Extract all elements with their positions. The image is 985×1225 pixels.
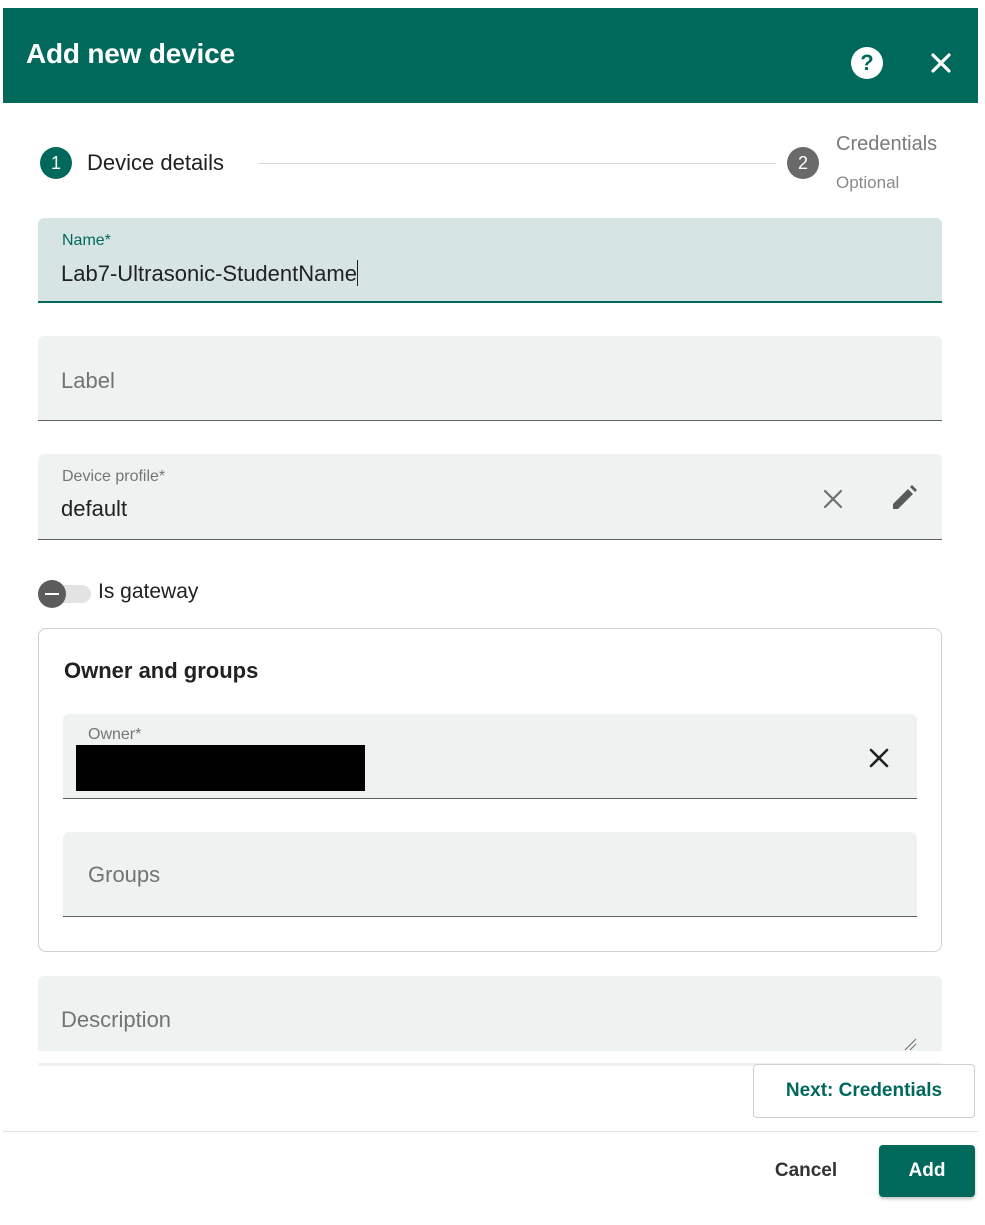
cancel-button[interactable]: Cancel <box>752 1145 860 1197</box>
is-gateway-label[interactable]: Is gateway <box>98 580 198 604</box>
stepper-connector <box>259 163 776 164</box>
step-2-label[interactable]: Credentials <box>836 133 937 156</box>
groups-field[interactable]: Groups <box>63 832 917 917</box>
label-field[interactable]: Label <box>38 336 942 421</box>
scroll-clip <box>38 1051 942 1063</box>
resize-handle-icon[interactable] <box>903 1037 917 1051</box>
owner-groups-title: Owner and groups <box>64 658 259 683</box>
pencil-icon[interactable] <box>888 482 920 514</box>
footer-divider <box>3 1131 978 1132</box>
name-field-label: Name* <box>62 232 111 249</box>
groups-field-placeholder: Groups <box>88 862 161 887</box>
description-placeholder: Description <box>61 1007 172 1032</box>
redacted-owner-value <box>76 745 365 791</box>
device-profile-value[interactable]: default <box>61 496 127 522</box>
help-icon[interactable]: ? <box>851 47 883 79</box>
toggle-thumb[interactable] <box>38 580 66 608</box>
owner-field[interactable]: Owner* <box>63 714 917 799</box>
name-field[interactable]: Name* Lab7-Ultrasonic-StudentName <box>38 218 942 303</box>
device-profile-field[interactable]: Device profile* default <box>38 454 942 540</box>
name-field-value[interactable]: Lab7-Ultrasonic-StudentName <box>61 260 358 287</box>
is-gateway-toggle[interactable] <box>38 580 91 608</box>
owner-field-label: Owner* <box>88 726 142 743</box>
close-icon[interactable] <box>923 45 959 81</box>
label-field-placeholder: Label <box>61 368 115 393</box>
step-2-sublabel: Optional <box>836 173 900 192</box>
device-profile-label: Device profile* <box>62 468 166 485</box>
dialog-title: Add new device <box>26 38 235 69</box>
text-caret <box>356 260 358 286</box>
clear-owner-icon[interactable] <box>863 742 895 774</box>
step-2-indicator[interactable]: 2 <box>787 147 819 179</box>
add-button[interactable]: Add <box>879 1145 975 1197</box>
clear-profile-icon[interactable] <box>818 484 848 514</box>
step-1-indicator[interactable]: 1 <box>40 147 72 179</box>
step-1-label[interactable]: Device details <box>87 150 224 176</box>
next-credentials-button[interactable]: Next: Credentials <box>753 1064 975 1118</box>
dialog-header: Add new device ? <box>3 8 978 103</box>
